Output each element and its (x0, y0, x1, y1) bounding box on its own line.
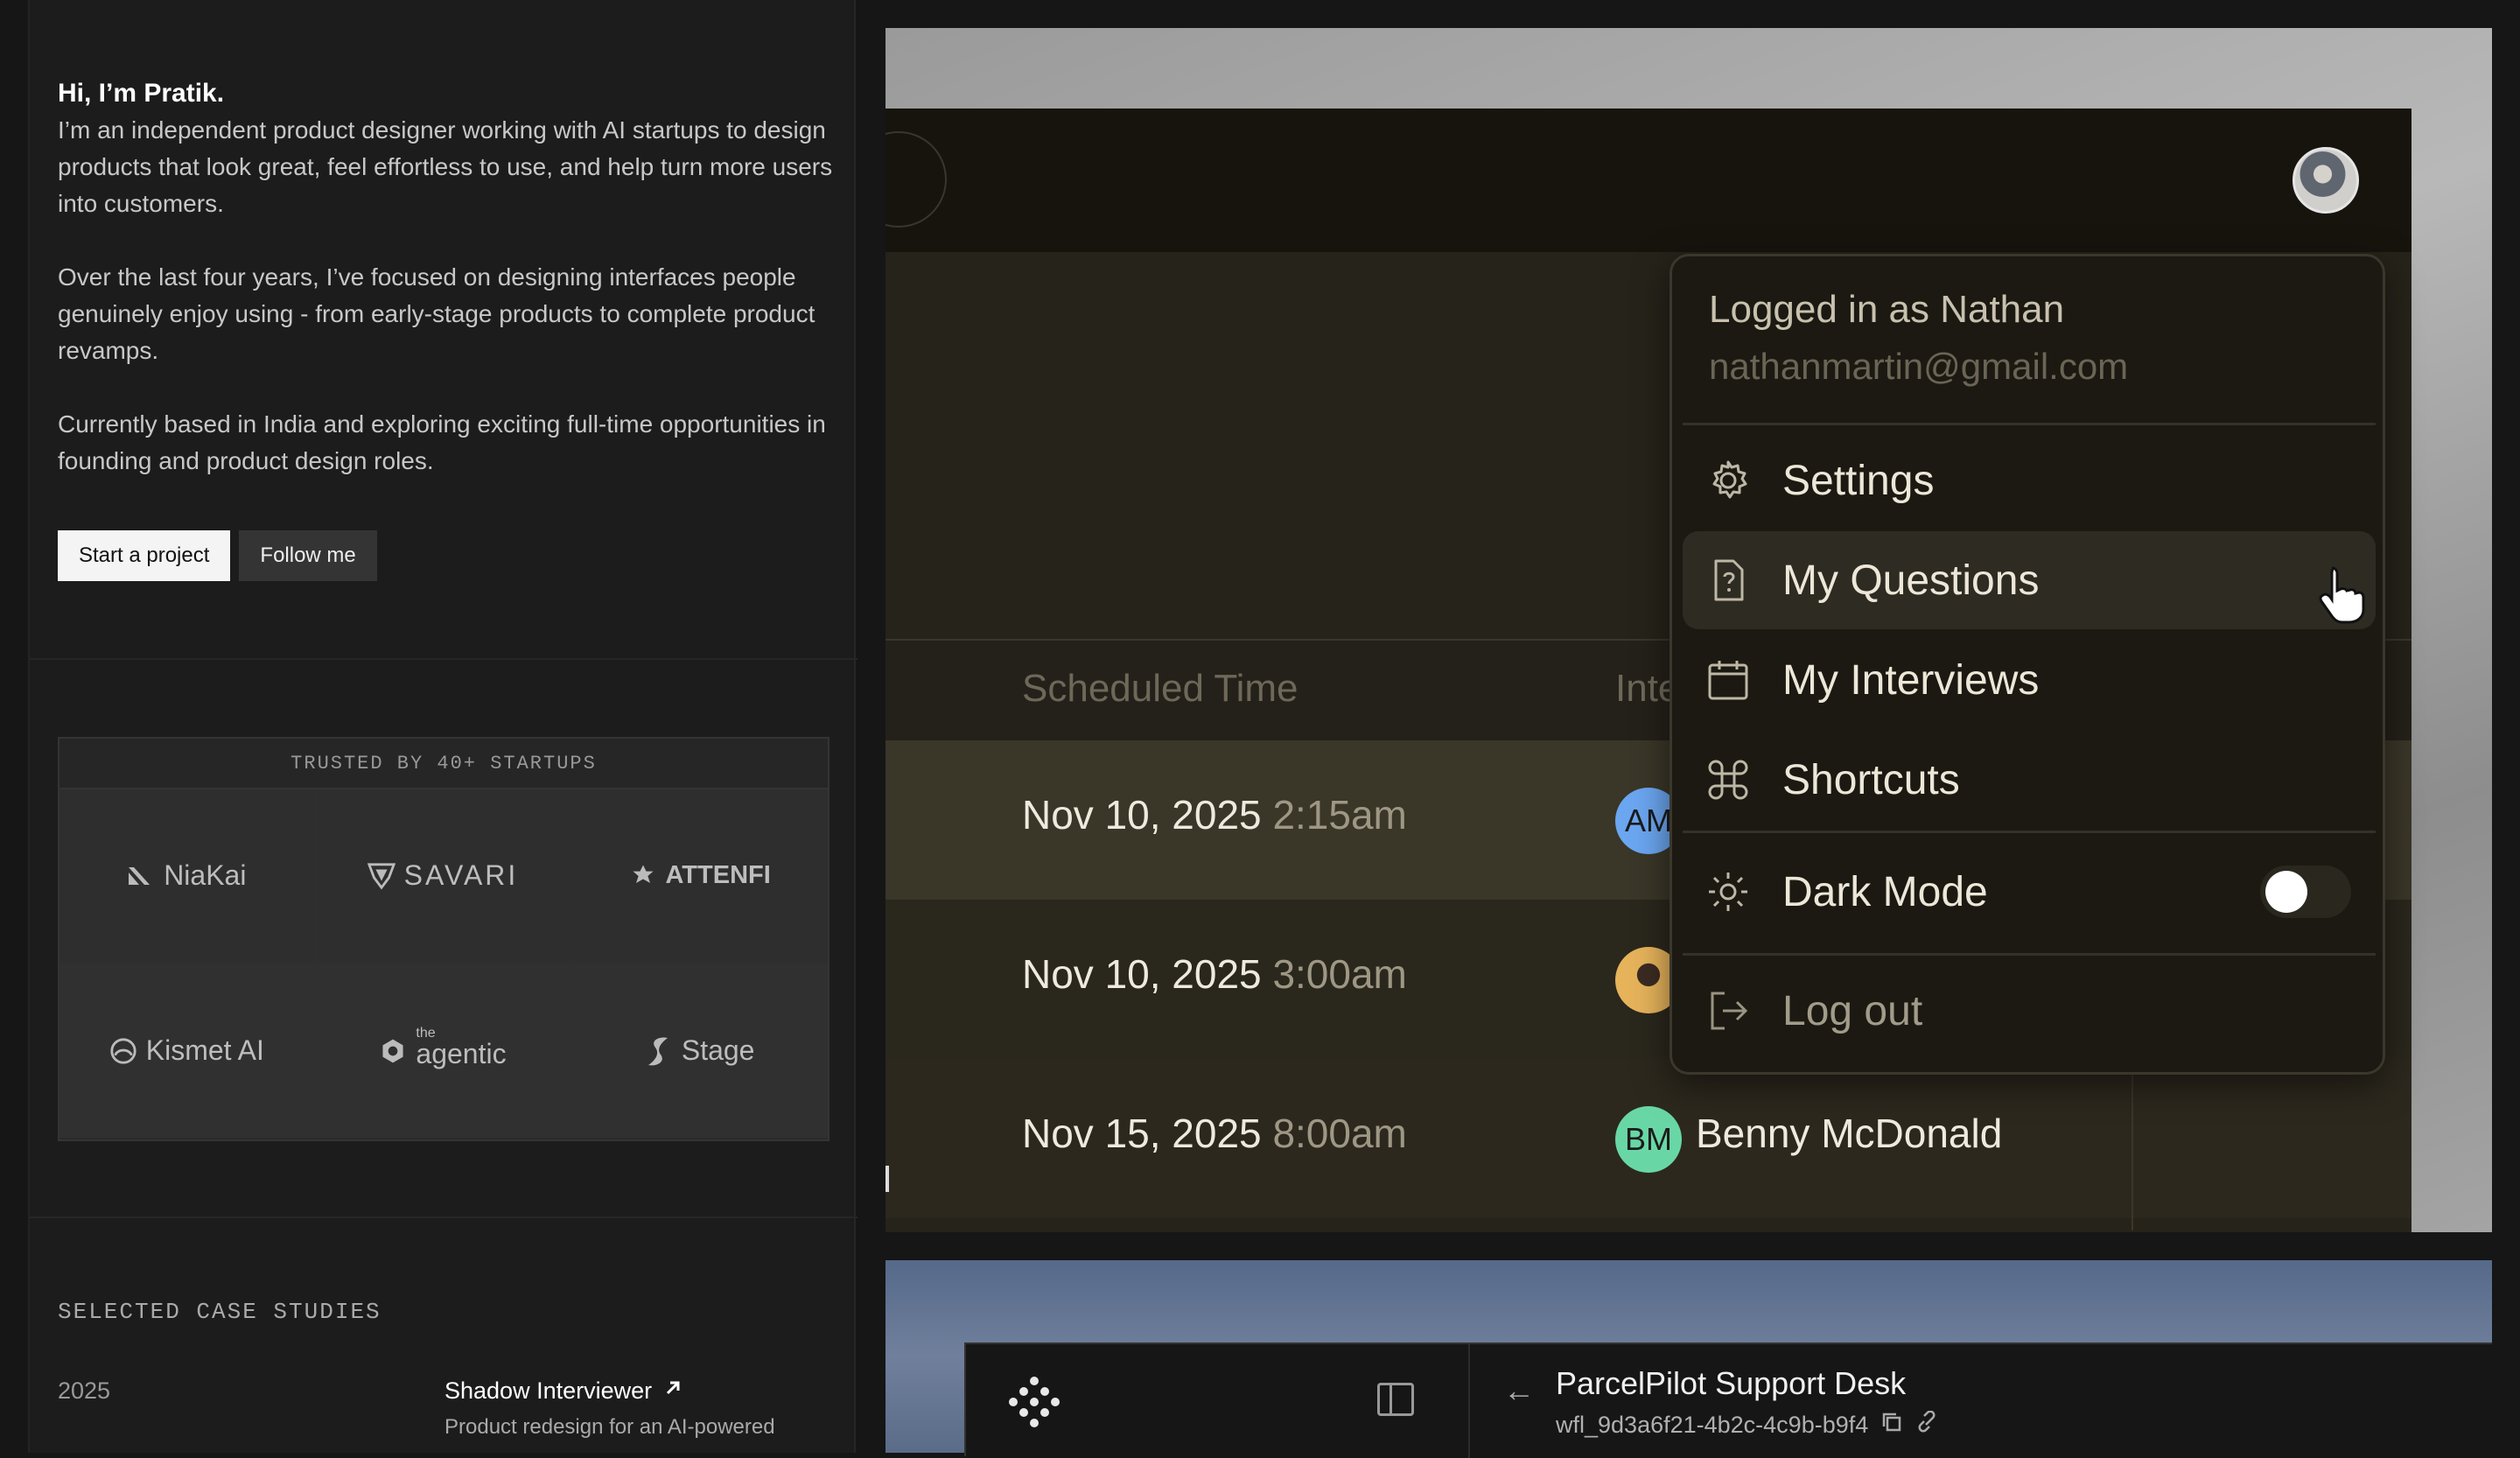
case-year: 2025 (58, 1377, 111, 1404)
case-studies-heading: SELECTED CASE STUDIES (58, 1299, 382, 1325)
header-scheduled-time: Scheduled Time (1022, 667, 1298, 710)
section-divider (30, 658, 858, 660)
menu-item-log-out[interactable]: Log out (1683, 962, 2376, 1060)
profile-panel: Hi, I’m Pratik. I’m an independent produ… (28, 0, 858, 1453)
menu-label: Log out (1782, 987, 1923, 1034)
menu-item-shortcuts[interactable]: Shortcuts (1683, 731, 2376, 829)
agentic-logo-icon (379, 1037, 407, 1065)
case-title[interactable]: Shadow Interviewer (444, 1377, 830, 1405)
interviewer-name: Benny McDonald (1696, 1111, 2003, 1156)
savari-logo-icon (367, 862, 396, 890)
arrow-up-right-icon (662, 1377, 683, 1405)
menu-label: Dark Mode (1782, 868, 1988, 915)
command-icon (1705, 757, 1751, 803)
calendar-icon (1705, 657, 1751, 703)
logo-attenfi: ATTENFI (571, 789, 828, 964)
menu-label: My Interviews (1782, 656, 2040, 704)
logo-grid: NiaKai SAVARI ATTENFI Kismet AI the agen… (60, 789, 828, 1138)
workflow-id-text: wfl_9d3a6f21-4b2c-4c9b-b9f4 (1556, 1412, 1869, 1438)
row-date: Nov 10, 2025 3:00am (1022, 951, 1407, 997)
trusted-logos: TRUSTED BY 40+ STARTUPS NiaKai SAVARI AT… (58, 737, 830, 1141)
stage-logo-icon (645, 1037, 673, 1065)
logo-stage: Stage (571, 964, 828, 1138)
menu-separator (1683, 423, 2376, 425)
logo-label: SAVARI (403, 859, 519, 891)
menu-separator (1683, 953, 2376, 956)
vertical-divider (1468, 1344, 1470, 1458)
case-description: Product redesign for an AI-powered (444, 1415, 775, 1439)
back-arrow-icon[interactable]: ← (1503, 1372, 1535, 1409)
account-email: nathanmartin@gmail.com (1709, 346, 2129, 387)
menu-item-settings[interactable]: Settings (1683, 431, 2376, 529)
menu-separator (1683, 831, 2376, 833)
logo-label: Kismet AI (145, 1034, 264, 1066)
support-desk-preview: ← ParcelPilot Support Desk wfl_9d3a6f21-… (886, 1260, 2492, 1458)
avatar-initials: BM (1615, 1106, 1682, 1173)
niakai-logo-icon (127, 862, 155, 890)
start-project-button[interactable]: Start a project (58, 530, 231, 581)
sidebar-toggle-icon[interactable] (1377, 1383, 1414, 1416)
intro: Hi, I’m Pratik. I’m an independent produ… (58, 75, 845, 516)
logo-agentic: the agentic (315, 964, 572, 1138)
table-row[interactable]: Nov 15, 2025 8:00am BM Benny McDonald (886, 1059, 2412, 1218)
follow-me-button[interactable]: Follow me (239, 530, 377, 581)
agentic-wordmark: the agentic (416, 1026, 507, 1070)
toggle-knob (2265, 871, 2307, 913)
logo-label: Stage (681, 1034, 755, 1066)
menu-item-dark-mode[interactable]: Dark Mode (1683, 843, 2376, 941)
dark-mode-toggle[interactable] (2260, 866, 2351, 918)
workspace-title: ParcelPilot Support Desk (1556, 1365, 1907, 1401)
menu-item-my-questions[interactable]: My Questions (1683, 531, 2376, 629)
kismet-logo-icon (109, 1037, 137, 1065)
logo-niakai: NiaKai (60, 789, 316, 964)
logo-label: agentic (416, 1038, 507, 1069)
agentic-prefix: the (416, 1026, 436, 1041)
logout-icon (1705, 988, 1751, 1034)
intro-paragraph-1: I’m an independent product designer work… (58, 116, 833, 217)
scroll-edge (886, 1166, 889, 1192)
greeting: Hi, I’m Pratik. (58, 79, 225, 108)
account-info: Logged in as Nathan nathanmartin@gmail.c… (1709, 288, 2128, 388)
menu-label: Settings (1782, 457, 1935, 504)
copy-icon[interactable] (1880, 1411, 1903, 1440)
logo-label: NiaKai (164, 859, 247, 891)
logo-kismet: Kismet AI (60, 964, 316, 1138)
section-divider (30, 1216, 858, 1218)
trusted-heading: TRUSTED BY 40+ STARTUPS (60, 739, 828, 789)
logged-in-label: Logged in as Nathan (1709, 288, 2065, 331)
interviews-app-preview: Scheduled Time Inte Nov 10, 2025 2:15am … (886, 28, 2492, 1232)
menu-label: My Questions (1782, 557, 2040, 604)
app-topbar (886, 109, 2412, 252)
row-date: Nov 15, 2025 8:00am (1022, 1111, 1407, 1156)
workflow-id: wfl_9d3a6f21-4b2c-4c9b-b9f4 (1556, 1410, 1940, 1440)
logo-savari: SAVARI (315, 789, 572, 964)
menu-label: Shortcuts (1782, 756, 1960, 803)
intro-paragraph-2: Over the last four years, I’ve focused o… (58, 263, 816, 364)
search-pill[interactable] (886, 131, 947, 228)
hand-cursor-icon (2313, 563, 2369, 624)
row-date: Nov 10, 2025 2:15am (1022, 792, 1407, 838)
support-app-window: ← ParcelPilot Support Desk wfl_9d3a6f21-… (964, 1342, 2492, 1458)
attenfi-logo-icon (629, 862, 657, 890)
intro-paragraph-3: Currently based in India and exploring e… (58, 410, 826, 474)
link-icon[interactable] (1915, 1410, 1940, 1440)
account-dropdown-menu: Logged in as Nathan nathanmartin@gmail.c… (1670, 254, 2385, 1075)
gear-icon (1705, 458, 1751, 503)
user-avatar[interactable] (2292, 147, 2359, 214)
case-study-item[interactable]: Shadow Interviewer Product redesign for … (444, 1377, 830, 1443)
app-logo-icon (1006, 1374, 1062, 1430)
sun-icon (1705, 869, 1751, 915)
menu-item-my-interviews[interactable]: My Interviews (1683, 631, 2376, 729)
case-title-text: Shadow Interviewer (444, 1377, 653, 1404)
logo-label: ATTENFI (665, 861, 771, 889)
cta-buttons: Start a project Follow me (58, 530, 377, 581)
question-doc-icon (1705, 557, 1751, 603)
